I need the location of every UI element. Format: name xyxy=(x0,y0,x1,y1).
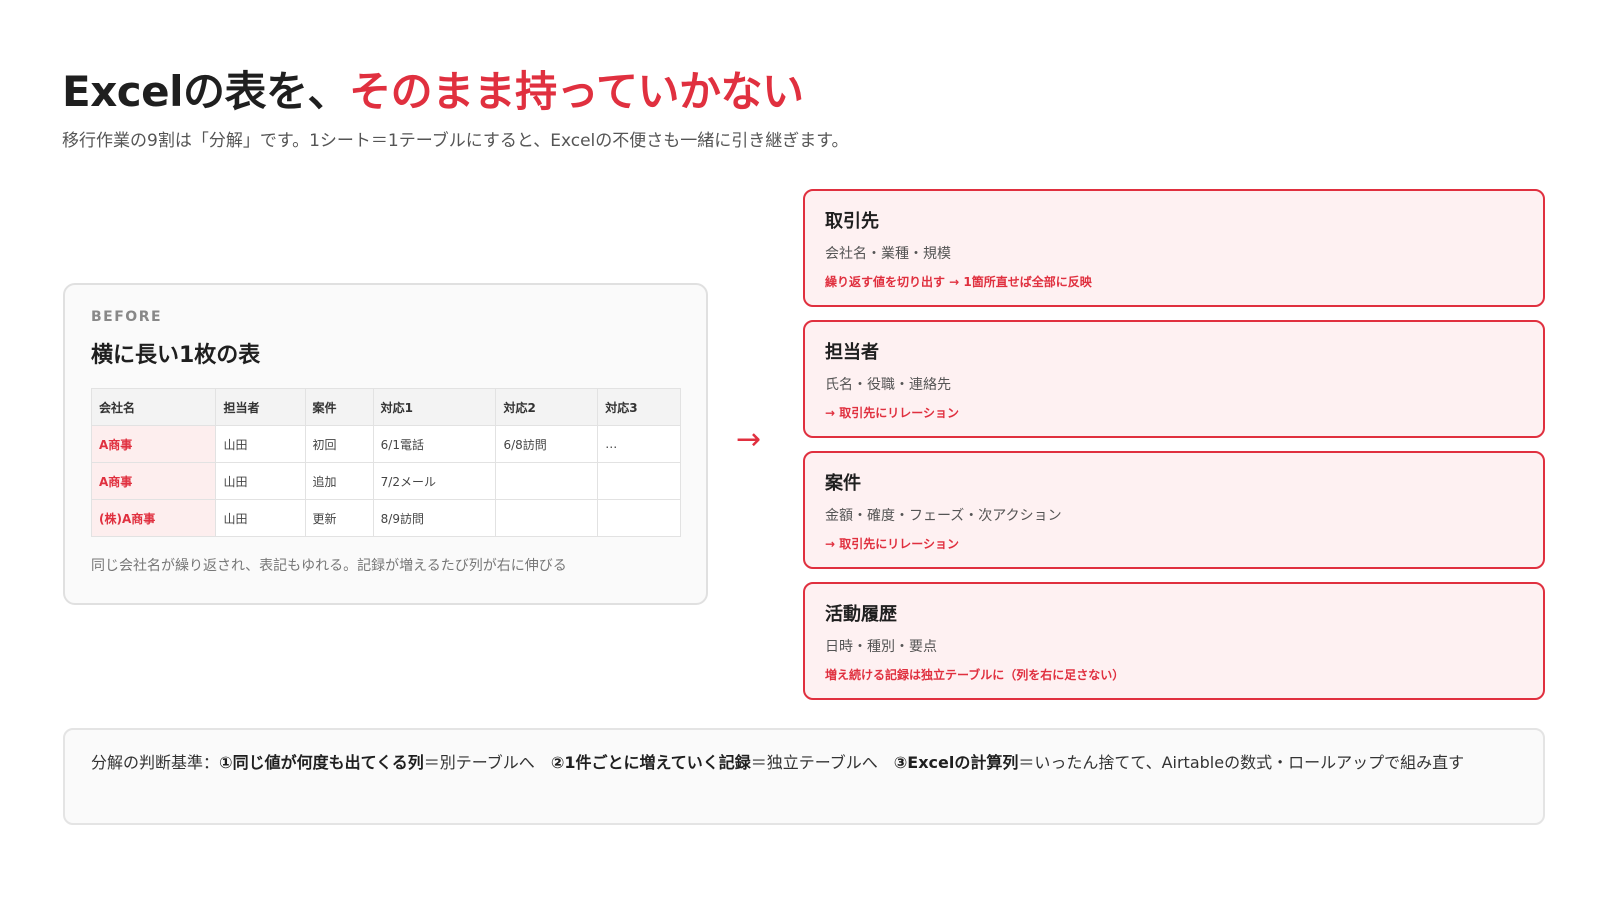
table-cell: 更新 xyxy=(304,499,374,537)
before-panel: BEFORE 横に長い1枚の表 会社名 担当者 案件 対応1 対応2 対応3 A… xyxy=(63,283,708,605)
card-fields: 日時・種別・要点 xyxy=(825,639,937,655)
table-cell: 山田 xyxy=(215,425,306,463)
table-cell xyxy=(495,462,599,500)
column-header: 対応3 xyxy=(597,388,681,426)
column-header: 案件 xyxy=(304,388,374,426)
card-note: → 取引先にリレーション xyxy=(825,537,959,551)
table-card-contact: 担当者 氏名・役職・連絡先 → 取引先にリレーション xyxy=(803,320,1545,438)
table-card-customer: 取引先 会社名・業種・規模 繰り返す値を切り出す → 1箇所直せば全部に反映 xyxy=(803,189,1545,307)
criterion-3-label: ③Excelの計算列 xyxy=(893,753,1019,772)
criteria-prefix: 分解の判断基準： xyxy=(91,753,220,772)
card-fields: 金額・確度・フェーズ・次アクション xyxy=(825,508,1062,524)
title-main: Excelの表を、 xyxy=(62,67,350,116)
table-card-activity: 活動履歴 日時・種別・要点 増え続ける記録は独立テーブルに（列を右に足さない） xyxy=(803,582,1545,700)
page-title: Excelの表を、そのまま持っていかない xyxy=(62,58,804,119)
card-fields: 会社名・業種・規模 xyxy=(825,246,951,262)
table-cell: 初回 xyxy=(304,425,374,463)
card-title: 担当者 xyxy=(825,342,879,363)
page-subtitle: 移行作業の9割は「分解」です。1シート＝1テーブルにすると、Excelの不便さも… xyxy=(62,131,849,151)
before-title: 横に長い1枚の表 xyxy=(91,343,261,368)
table-row: A商事 山田 初回 6/1電話 6/8訪問 … xyxy=(90,425,681,463)
card-note: → 取引先にリレーション xyxy=(825,406,959,420)
card-title: 活動履歴 xyxy=(825,604,897,625)
table-cell: 6/8訪問 xyxy=(495,425,599,463)
card-title: 案件 xyxy=(825,473,861,494)
table-cell: 追加 xyxy=(304,462,374,500)
arrow-right-icon: → xyxy=(736,422,762,457)
criterion-3-text: ＝いったん捨てて、Airtableの数式・ロールアップで組み直す xyxy=(1018,753,1465,772)
criterion-2-text: ＝独立テーブルへ xyxy=(750,753,894,772)
before-note: 同じ会社名が繰り返され、表記もゆれる。記録が増えるたび列が右に伸びる xyxy=(91,558,567,574)
table-row: (株)A商事 山田 更新 8/9訪問 xyxy=(90,499,681,537)
criterion-1-text: ＝別テーブルへ xyxy=(423,753,551,772)
table-card-deal: 案件 金額・確度・フェーズ・次アクション → 取引先にリレーション xyxy=(803,451,1545,569)
card-note: 増え続ける記録は独立テーブルに（列を右に足さない） xyxy=(825,668,1125,682)
table-cell xyxy=(495,499,599,537)
table-cell xyxy=(597,462,681,500)
column-header: 対応1 xyxy=(372,388,497,426)
criterion-1-label: ①同じ値が何度も出てくる列 xyxy=(219,753,424,772)
cell-company: A商事 xyxy=(90,425,217,463)
card-note: 繰り返す値を切り出す → 1箇所直せば全部に反映 xyxy=(825,275,1092,289)
table-cell: … xyxy=(597,425,681,463)
column-header: 担当者 xyxy=(215,388,306,426)
card-title: 取引先 xyxy=(825,211,879,232)
title-accent: そのまま持っていかない xyxy=(349,67,804,116)
cell-company: (株)A商事 xyxy=(90,499,217,537)
before-label: BEFORE xyxy=(91,309,163,325)
table-cell xyxy=(597,499,681,537)
table-cell: 8/9訪問 xyxy=(372,499,497,537)
table-cell: 山田 xyxy=(215,499,306,537)
column-header: 対応2 xyxy=(495,388,599,426)
card-fields: 氏名・役職・連絡先 xyxy=(825,377,951,393)
table-row: A商事 山田 追加 7/2メール xyxy=(90,462,681,500)
table-cell: 7/2メール xyxy=(372,462,497,500)
table-cell: 山田 xyxy=(215,462,306,500)
column-header: 会社名 xyxy=(90,388,217,426)
criteria-box: 分解の判断基準：①同じ値が何度も出てくる列＝別テーブルへ ②1件ごとに増えていく… xyxy=(63,728,1545,825)
criterion-2-label: ②1件ごとに増えていく記録 xyxy=(550,753,751,772)
table-cell: 6/1電話 xyxy=(372,425,497,463)
table-header-row: 会社名 担当者 案件 対応1 対応2 対応3 xyxy=(90,388,681,426)
cell-company: A商事 xyxy=(90,462,217,500)
excel-sheet-table: 会社名 担当者 案件 対応1 対応2 対応3 A商事 山田 初回 6/1電話 6… xyxy=(90,388,681,537)
